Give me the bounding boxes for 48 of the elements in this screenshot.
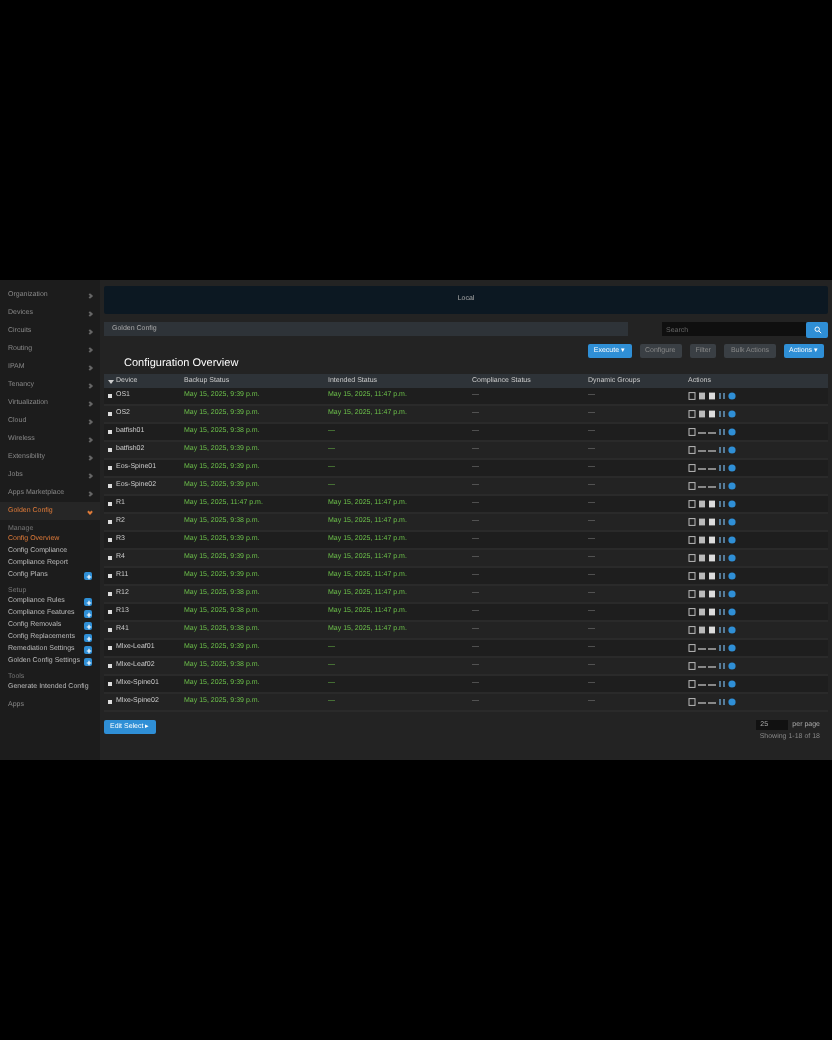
plus-icon <box>85 647 91 653</box>
plus-icon <box>85 599 91 605</box>
chevron-icon <box>87 490 93 496</box>
search-icon <box>813 325 821 333</box>
document-icon[interactable] <box>688 518 696 526</box>
chevron-icon <box>87 472 93 478</box>
chevron-icon <box>87 364 93 370</box>
document-icon[interactable] <box>688 500 696 508</box>
chevron-icon <box>87 436 93 442</box>
chevron-icon <box>87 400 93 406</box>
document-icon[interactable] <box>688 392 696 400</box>
document-icon[interactable] <box>688 644 696 652</box>
chevron-icon <box>87 454 93 460</box>
add-button[interactable] <box>84 598 92 606</box>
document-icon[interactable] <box>688 626 696 634</box>
document-icon[interactable] <box>688 554 696 562</box>
plus-icon <box>85 573 91 579</box>
document-icon[interactable] <box>688 590 696 598</box>
add-button[interactable] <box>84 634 92 642</box>
plus-icon <box>85 659 91 665</box>
plus-icon <box>85 623 91 629</box>
chevron-icon <box>87 418 93 424</box>
document-icon[interactable] <box>688 572 696 580</box>
document-icon[interactable] <box>688 410 696 418</box>
plus-icon <box>85 635 91 641</box>
document-icon[interactable] <box>688 662 696 670</box>
document-icon[interactable] <box>688 608 696 616</box>
document-icon[interactable] <box>688 446 696 454</box>
add-button[interactable] <box>84 610 92 618</box>
chevron-icon <box>87 310 93 316</box>
document-icon[interactable] <box>688 464 696 472</box>
plus-icon <box>85 611 91 617</box>
document-icon[interactable] <box>688 680 696 688</box>
document-icon[interactable] <box>688 482 696 490</box>
chevron-icon <box>87 508 93 514</box>
caret-icon[interactable] <box>107 379 113 383</box>
add-button[interactable] <box>84 572 92 580</box>
add-button[interactable] <box>84 646 92 654</box>
add-button[interactable] <box>84 658 92 666</box>
document-icon[interactable] <box>688 428 696 436</box>
chevron-icon <box>87 382 93 388</box>
add-button[interactable] <box>84 622 92 630</box>
chevron-icon <box>87 292 93 298</box>
chevron-icon <box>87 346 93 352</box>
search-button[interactable] <box>806 321 828 337</box>
document-icon[interactable] <box>688 698 696 706</box>
chevron-icon <box>87 328 93 334</box>
document-icon[interactable] <box>688 536 696 544</box>
